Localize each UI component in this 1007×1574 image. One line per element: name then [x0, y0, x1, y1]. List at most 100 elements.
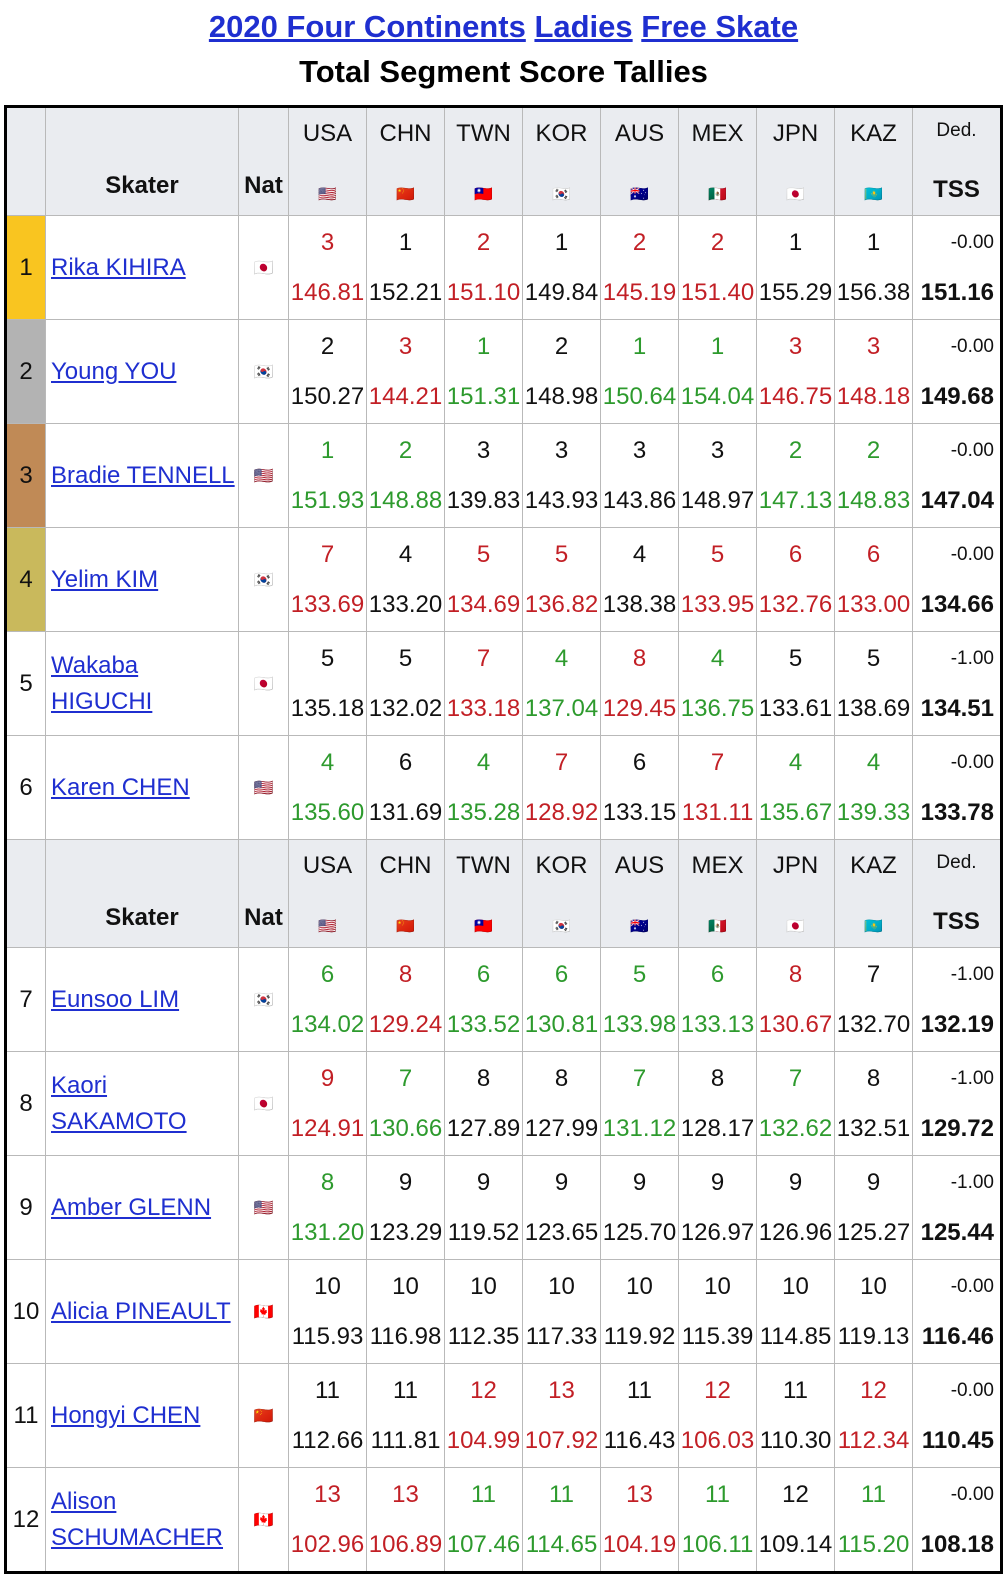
judge-rank: 9 [398, 1168, 413, 1196]
skater-name-link[interactable]: Bradie TENNELL [51, 462, 235, 489]
judge-score-cell: 6 130.81 [522, 947, 601, 1052]
total-segment-score: 125.44 [920, 1218, 994, 1246]
judge-header-jpn: JPN 🇯🇵 [756, 839, 835, 948]
skater-name-link[interactable]: Alison SCHUMACHER [51, 1488, 223, 1551]
judge-score: 131.20 [290, 1218, 365, 1246]
judge-rank: 4 [476, 748, 491, 776]
judge-score-cell: 1 151.93 [288, 423, 367, 528]
judge-score-cell: 4 135.60 [288, 735, 367, 840]
judge-rank: 7 [476, 644, 491, 672]
judge-flag-icon: 🇺🇸 [318, 185, 337, 203]
header-nat: Nat [238, 839, 289, 948]
judge-rank: 2 [554, 332, 569, 360]
judge-score-cell: 7 133.18 [444, 631, 523, 736]
judge-rank: 3 [788, 332, 803, 360]
judge-score: 138.38 [602, 590, 677, 618]
judge-score: 131.69 [368, 798, 443, 826]
skater-name-link[interactable]: Yelim KIM [51, 566, 158, 593]
judge-rank: 7 [398, 1064, 413, 1092]
total-segment-score: 129.72 [920, 1114, 994, 1142]
judge-header-mex: MEX 🇲🇽 [678, 839, 757, 948]
skater-name-link[interactable]: Young YOU [51, 358, 176, 385]
rank-cell: 9 [5, 1155, 46, 1260]
judge-rank: 11 [549, 1480, 574, 1508]
judge-rank: 10 [314, 1272, 341, 1300]
judge-rank: 12 [782, 1480, 809, 1508]
deduction: -0.00 [950, 1275, 994, 1297]
judge-rank: 1 [476, 332, 491, 360]
judge-rank: 11 [315, 1376, 340, 1404]
judge-score: 132.02 [368, 694, 443, 722]
judge-rank: 11 [783, 1376, 808, 1404]
total-segment-score: 147.04 [920, 486, 994, 514]
judge-score-cell: 1 151.31 [444, 319, 523, 424]
judge-score: 109.14 [758, 1530, 833, 1558]
skater-name-link[interactable]: Rika KIHIRA [51, 254, 186, 281]
judge-score-cell: 8 131.20 [288, 1155, 367, 1260]
judge-rank: 4 [788, 748, 803, 776]
category-link[interactable]: Ladies [534, 9, 632, 44]
event-link[interactable]: 2020 Four Continents [209, 9, 526, 44]
judge-score-cell: 4 139.33 [834, 735, 913, 840]
judge-rank: 10 [470, 1272, 497, 1300]
judge-score: 133.98 [602, 1010, 677, 1038]
judge-score-cell: 10 119.92 [600, 1259, 679, 1364]
judge-score: 148.88 [368, 486, 443, 514]
judge-rank: 10 [626, 1272, 653, 1300]
judge-score: 151.93 [290, 486, 365, 514]
judge-header-usa: USA 🇺🇸 [288, 839, 367, 948]
skater-name-link[interactable]: Eunsoo LIM [51, 986, 179, 1013]
judge-score: 112.66 [291, 1426, 364, 1454]
judge-score: 127.99 [524, 1114, 599, 1142]
judge-score: 148.18 [836, 382, 911, 410]
judge-rank: 10 [704, 1272, 731, 1300]
skater-row: 11 Hongyi CHEN 🇨🇳 11 112.66 11 111.81 12 104.99 1… [5, 1363, 1002, 1468]
judge-score-cell: 3 146.75 [756, 319, 835, 424]
judge-country-label: JPN [772, 851, 819, 879]
title-block: 2020 Four Continents Ladies Free Skate T… [0, 0, 1007, 100]
header-tss-label: TSS [933, 907, 980, 935]
skater-name-link[interactable]: Kaori SAKAMOTO [51, 1072, 187, 1135]
skater-name-link[interactable]: Karen CHEN [51, 774, 190, 801]
judge-score: 148.83 [836, 486, 911, 514]
ded-tss-cell: -0.00 116.46 [912, 1259, 1002, 1364]
judge-score: 115.93 [291, 1322, 364, 1350]
skater-name-link[interactable]: Amber GLENN [51, 1194, 211, 1221]
judge-country-label: CHN [379, 119, 432, 147]
judge-rank: 9 [788, 1168, 803, 1196]
judge-score-cell: 3 139.83 [444, 423, 523, 528]
judge-score-cell: 4 135.67 [756, 735, 835, 840]
judge-score-cell: 6 134.02 [288, 947, 367, 1052]
judge-score: 107.46 [446, 1530, 521, 1558]
judge-flag-icon: 🇹🇼 [474, 917, 493, 935]
rank-cell: 10 [5, 1259, 46, 1364]
skater-name-link[interactable]: Hongyi CHEN [51, 1402, 200, 1429]
judge-rank: 4 [320, 748, 335, 776]
judge-rank: 2 [710, 228, 725, 256]
nat-flag-icon: 🇺🇸 [238, 423, 289, 528]
judge-score-cell: 3 148.97 [678, 423, 757, 528]
judge-score: 145.19 [602, 278, 677, 306]
judge-rank: 3 [710, 436, 725, 464]
skater-name-link[interactable]: Alicia PINEAULT [51, 1298, 231, 1325]
judge-header-usa: USA 🇺🇸 [288, 106, 367, 216]
judge-score: 131.11 [681, 798, 754, 826]
judge-score: 117.33 [525, 1322, 598, 1350]
segment-link[interactable]: Free Skate [641, 9, 798, 44]
judge-score: 133.52 [446, 1010, 521, 1038]
ded-tss-cell: -1.00 132.19 [912, 947, 1002, 1052]
ded-tss-cell: -0.00 110.45 [912, 1363, 1002, 1468]
total-segment-score: 134.66 [920, 590, 994, 618]
header-ded-label: Ded. [936, 119, 977, 141]
ded-tss-cell: -0.00 151.16 [912, 215, 1002, 320]
skater-name-link[interactable]: Wakaba HIGUCHI [51, 652, 152, 715]
nat-flag-icon: 🇨🇦 [238, 1467, 289, 1573]
judge-rank: 8 [710, 1064, 725, 1092]
judge-score: 154.04 [680, 382, 755, 410]
judge-score-cell: 7 131.11 [678, 735, 757, 840]
judge-rank: 13 [626, 1480, 653, 1508]
judge-score-cell: 2 151.10 [444, 215, 523, 320]
rank-cell: 4 [5, 527, 46, 632]
judge-rank: 8 [476, 1064, 491, 1092]
judge-country-label: JPN [772, 119, 819, 147]
